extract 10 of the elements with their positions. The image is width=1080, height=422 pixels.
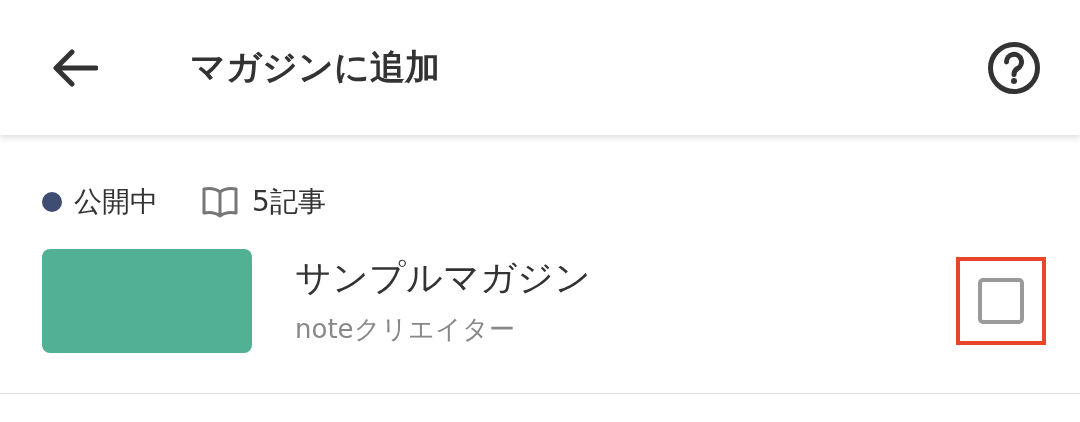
magazine-title: サンプルマガジン: [295, 260, 591, 296]
author-name: noteクリエイター: [295, 316, 516, 342]
open-book-icon: [202, 186, 238, 218]
article-count: 5記事: [252, 188, 326, 216]
help-icon: [987, 40, 1041, 95]
back-arrow-icon: [52, 48, 98, 87]
help-button[interactable]: [986, 39, 1042, 96]
status-label: 公開中: [74, 188, 158, 216]
checkbox[interactable]: [978, 278, 1024, 324]
page-title: マガジンに追加: [190, 50, 440, 85]
